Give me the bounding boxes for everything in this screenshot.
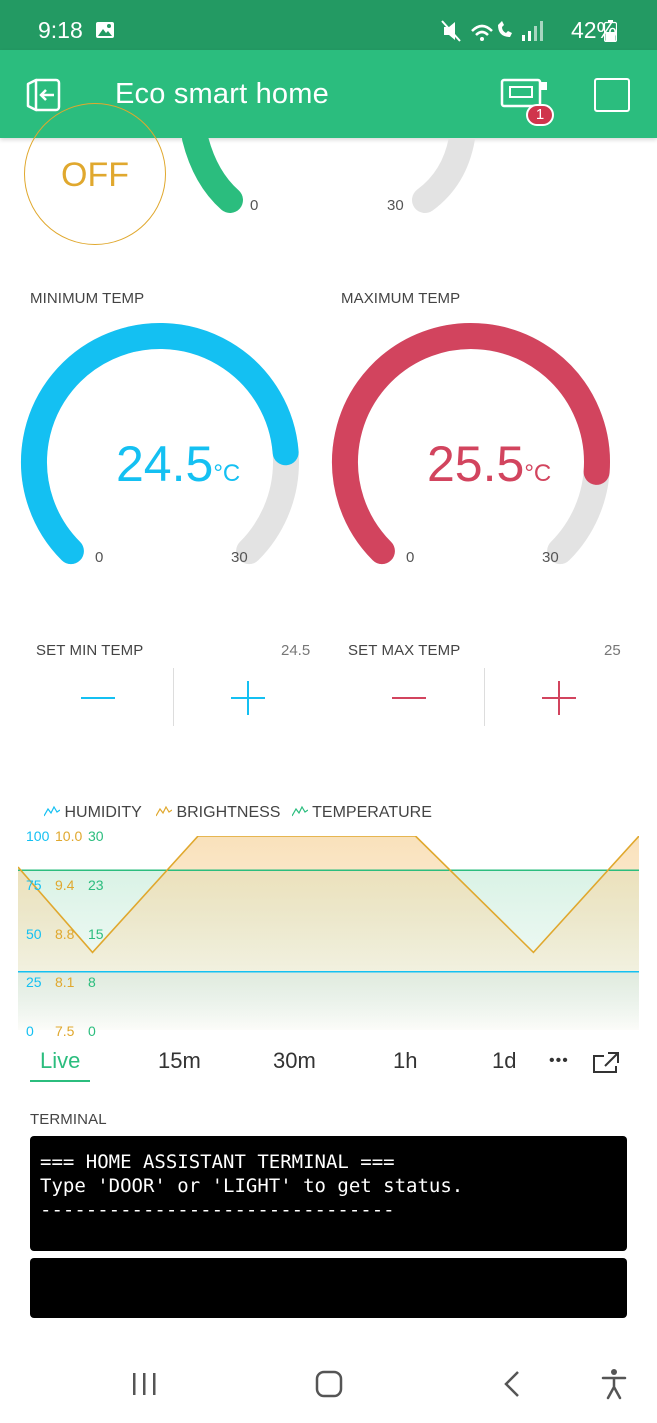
- plus-icon: [231, 681, 265, 715]
- brightness-axis-tick: 10.0: [55, 828, 83, 844]
- min-temp-decrease-button[interactable]: [33, 668, 163, 728]
- min-temp-value-wrap: 24.5°C: [116, 435, 240, 493]
- top-gauge-arc-green: [182, 138, 475, 213]
- max-temp-label: MAXIMUM TEMP: [341, 290, 461, 307]
- legend-humidity-label: HUMIDITY: [64, 804, 142, 821]
- brightness-axis-tick: 8.1: [55, 974, 75, 990]
- tab-live[interactable]: Live: [40, 1048, 80, 1074]
- legend-brightness[interactable]: BRIGHTNESS: [155, 804, 281, 822]
- home-icon[interactable]: [314, 1370, 344, 1398]
- min-temp-increase-button[interactable]: [183, 668, 313, 728]
- max-gauge-max: 30: [542, 549, 559, 566]
- history-chart[interactable]: [18, 836, 639, 1036]
- square-menu-button[interactable]: [594, 78, 630, 112]
- set-min-temp-label: SET MIN TEMP: [36, 642, 144, 659]
- brightness-series-icon: [155, 805, 173, 817]
- temperature-axis-tick: 15: [88, 926, 104, 942]
- system-nav-bar: [0, 1345, 657, 1423]
- battery-icon: [604, 20, 617, 42]
- temperature-axis-tick: 23: [88, 877, 104, 893]
- stepper-divider: [173, 668, 174, 726]
- set-max-temp-label: SET MAX TEMP: [348, 642, 461, 659]
- stepper-divider: [484, 668, 485, 726]
- plus-icon: [542, 681, 576, 715]
- set-min-temp-value: 24.5: [281, 642, 311, 659]
- terminal-output: === HOME ASSISTANT TERMINAL === Type 'DO…: [30, 1136, 627, 1251]
- exit-icon[interactable]: [24, 74, 66, 116]
- min-temp-label: MINIMUM TEMP: [30, 290, 145, 307]
- more-options-button[interactable]: •••: [549, 1052, 569, 1070]
- humidity-axis-tick: 100: [26, 828, 50, 844]
- brightness-axis-tick: 9.4: [55, 877, 75, 893]
- max-gauge-min: 0: [406, 549, 415, 566]
- humidity-series-icon: [43, 805, 61, 817]
- top-gauge-max-label: 30: [387, 197, 404, 214]
- accessibility-icon[interactable]: [600, 1368, 628, 1400]
- minus-icon: [81, 697, 115, 699]
- tab-live-underline: [30, 1080, 90, 1082]
- set-max-temp-value: 25: [604, 642, 621, 659]
- max-temp-increase-button[interactable]: [494, 668, 624, 728]
- legend-temperature-label: TEMPERATURE: [312, 804, 432, 821]
- tab-1h[interactable]: 1h: [393, 1048, 417, 1074]
- expand-chart-icon[interactable]: [592, 1050, 622, 1076]
- min-temp-value: 24.5: [116, 436, 214, 492]
- min-gauge-min: 0: [95, 549, 104, 566]
- humidity-axis-tick: 0: [26, 1023, 34, 1039]
- min-gauge-max: 30: [231, 549, 248, 566]
- max-temp-decrease-button[interactable]: [344, 668, 474, 728]
- terminal-input[interactable]: [30, 1258, 627, 1318]
- image-icon: [96, 22, 114, 38]
- recent-apps-icon[interactable]: [130, 1371, 160, 1397]
- temperature-series-icon: [291, 805, 309, 817]
- brightness-axis-tick: 7.5: [55, 1023, 75, 1039]
- max-temp-value-wrap: 25.5°C: [427, 435, 551, 493]
- humidity-axis-tick: 75: [26, 877, 42, 893]
- max-temp-unit: °C: [524, 460, 552, 487]
- terminal-label: TERMINAL: [30, 1111, 107, 1128]
- legend-temperature[interactable]: TEMPERATURE: [291, 804, 432, 822]
- notification-badge: 1: [526, 104, 554, 126]
- humidity-axis-tick: 25: [26, 974, 42, 990]
- tab-1d[interactable]: 1d: [492, 1048, 516, 1074]
- temperature-axis-tick: 8: [88, 974, 96, 990]
- min-temp-unit: °C: [213, 460, 241, 487]
- back-icon[interactable]: [500, 1369, 526, 1399]
- tab-30m[interactable]: 30m: [273, 1048, 316, 1074]
- legend-humidity[interactable]: HUMIDITY: [43, 804, 142, 822]
- brightness-axis-tick: 8.8: [55, 926, 75, 942]
- power-button[interactable]: OFF: [24, 103, 166, 245]
- app-title: Eco smart home: [115, 78, 329, 110]
- minus-icon: [392, 697, 426, 699]
- top-gauge-min-label: 0: [250, 197, 259, 214]
- system-status-icons: [441, 20, 543, 42]
- max-temp-value: 25.5: [427, 436, 525, 492]
- legend-brightness-label: BRIGHTNESS: [176, 804, 281, 821]
- tab-15m[interactable]: 15m: [158, 1048, 201, 1074]
- status-bar: 9:18 42%: [0, 0, 657, 50]
- temperature-axis-tick: 0: [88, 1023, 96, 1039]
- status-time: 9:18: [38, 17, 83, 43]
- power-button-label: OFF: [61, 156, 129, 194]
- humidity-axis-tick: 50: [26, 926, 42, 942]
- temperature-axis-tick: 30: [88, 828, 104, 844]
